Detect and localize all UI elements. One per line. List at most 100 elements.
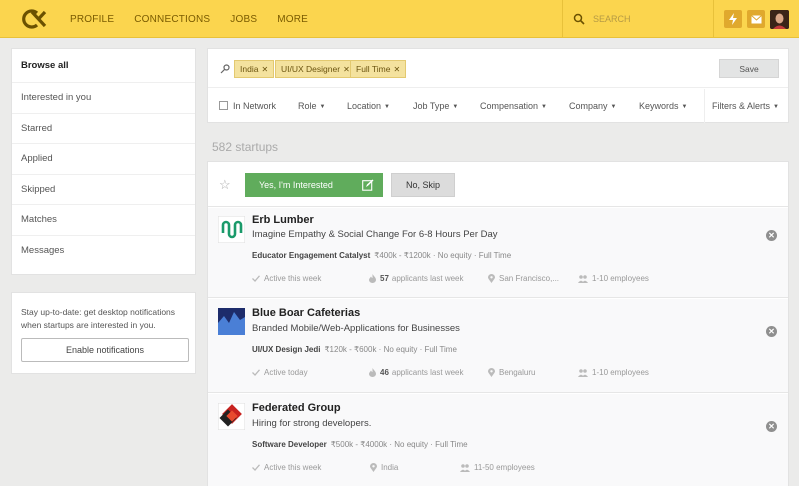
fire-icon xyxy=(369,368,376,377)
startup-card[interactable]: Federated Group Hiring for strong develo… xyxy=(208,394,788,486)
pin-icon xyxy=(488,274,495,283)
close-icon[interactable]: ✕ xyxy=(261,65,268,74)
keywords-dropdown[interactable]: Keywords ▼ xyxy=(639,101,687,111)
people-icon xyxy=(460,463,470,472)
activity-meta: Active this week xyxy=(252,274,321,283)
sidebar-item-interested[interactable]: Interested in you xyxy=(12,83,195,114)
filter-tag-uiux-designer[interactable]: UI/UX Designer ✕ xyxy=(275,60,356,78)
filters-row: In Network Role ▼ Location ▼ Job Type ▼ Com… xyxy=(208,89,788,123)
size-meta: 1-10 employees xyxy=(578,368,649,377)
caret-down-icon: ▼ xyxy=(773,103,779,110)
sidebar: Browse all Interested in you Starred App… xyxy=(11,48,196,275)
compensation-dropdown[interactable]: Compensation ▼ xyxy=(480,101,547,111)
location-meta: Bengaluru xyxy=(488,368,535,377)
company-logo-icon xyxy=(218,216,245,243)
avatar[interactable] xyxy=(770,10,789,29)
startup-card[interactable]: Blue Boar Cafeterias Branded Mobile/Web-… xyxy=(208,299,788,393)
caret-down-icon: ▼ xyxy=(610,103,617,110)
size-meta: 1-10 employees xyxy=(578,274,649,283)
applicants-meta: 57 applicants last week xyxy=(369,274,464,283)
notification-box: Stay up-to-date: get desktop notificatio… xyxy=(11,292,196,374)
main-nav: PROFILE CONNECTIONS JOBS MORE xyxy=(70,0,328,38)
caret-down-icon: ▼ xyxy=(681,103,688,110)
location-dropdown[interactable]: Location ▼ xyxy=(347,101,390,111)
job-info[interactable]: Educator Engagement Catalyst ₹400k - ₹120… xyxy=(252,251,511,260)
sidebar-item-applied[interactable]: Applied xyxy=(12,144,195,175)
sidebar-item-matches[interactable]: Matches xyxy=(12,205,195,236)
mail-icon xyxy=(750,14,762,23)
company-tagline: Hiring for strong developers. xyxy=(252,418,372,429)
search-icon xyxy=(573,13,585,25)
lightning-icon xyxy=(729,13,737,25)
caret-down-icon: ▼ xyxy=(452,103,459,110)
location-meta: India xyxy=(370,463,398,472)
filter-panel: India ✕ UI/UX Designer ✕ Full Time ✕ Save I… xyxy=(207,48,789,123)
close-icon[interactable]: ✕ xyxy=(343,65,350,74)
key-icon xyxy=(220,64,230,74)
company-tagline: Imagine Empathy & Social Change For 6-8 … xyxy=(252,229,498,240)
sidebar-item-messages[interactable]: Messages xyxy=(12,236,195,267)
company-logo-icon xyxy=(218,403,245,430)
interested-button[interactable]: Yes, I'm Interested xyxy=(245,173,383,197)
company-name[interactable]: Erb Lumber xyxy=(252,214,314,226)
results-count: 582 startups xyxy=(212,140,279,154)
caret-down-icon: ▼ xyxy=(319,103,326,110)
caret-down-icon: ▼ xyxy=(384,103,390,110)
company-name[interactable]: Blue Boar Cafeterias xyxy=(252,307,360,319)
lightning-button[interactable] xyxy=(724,10,742,28)
mail-button[interactable] xyxy=(747,10,765,28)
job-type-dropdown[interactable]: Job Type ▼ xyxy=(413,101,458,111)
skip-button[interactable]: No, Skip xyxy=(391,173,455,197)
tags-row: India ✕ UI/UX Designer ✕ Full Time ✕ Save xyxy=(208,49,788,88)
pin-icon xyxy=(370,463,377,472)
sidebar-item-skipped[interactable]: Skipped xyxy=(12,175,195,205)
role-dropdown[interactable]: Role ▼ xyxy=(298,101,325,111)
company-dropdown[interactable]: Company ▼ xyxy=(569,101,616,111)
save-button[interactable]: Save xyxy=(719,59,779,78)
location-meta: San Francisco,... xyxy=(488,274,559,283)
job-info[interactable]: Software Developer ₹500k - ₹4000k · No eq… xyxy=(252,440,468,449)
logo-icon[interactable] xyxy=(18,8,48,30)
close-icon[interactable]: ✕ xyxy=(766,230,777,241)
close-icon[interactable]: ✕ xyxy=(766,326,777,337)
search-input[interactable] xyxy=(593,14,703,24)
notification-text: Stay up-to-date: get desktop notificatio… xyxy=(21,307,176,330)
activity-meta: Active this week xyxy=(252,463,321,472)
size-meta: 11-50 employees xyxy=(460,463,535,472)
applicants-meta: 46 applicants last week xyxy=(369,368,464,377)
sidebar-item-browse-all[interactable]: Browse all xyxy=(12,49,195,83)
check-icon xyxy=(252,275,260,282)
pin-icon xyxy=(488,368,495,377)
activity-meta: Active today xyxy=(252,368,308,377)
people-icon xyxy=(578,368,588,377)
startup-card[interactable]: Erb Lumber Imagine Empathy & Social Chan… xyxy=(208,208,788,298)
filters-alerts-dropdown[interactable]: Filters & Alerts ▼ xyxy=(712,101,779,111)
close-icon[interactable]: ✕ xyxy=(766,421,777,432)
sidebar-item-starred[interactable]: Starred xyxy=(12,114,195,144)
in-network-checkbox[interactable] xyxy=(219,101,228,110)
filter-tag-india[interactable]: India ✕ xyxy=(234,60,275,78)
action-bar: ☆ Yes, I'm Interested No, Skip xyxy=(208,162,788,207)
search-bar xyxy=(562,0,714,38)
star-icon[interactable]: ☆ xyxy=(219,177,231,193)
people-icon xyxy=(578,274,588,283)
top-bar: PROFILE CONNECTIONS JOBS MORE xyxy=(0,0,799,38)
in-network-label[interactable]: In Network xyxy=(233,101,276,111)
company-name[interactable]: Federated Group xyxy=(252,402,341,414)
caret-down-icon: ▼ xyxy=(541,103,547,110)
nav-more[interactable]: MORE xyxy=(277,14,308,25)
check-icon xyxy=(252,464,260,471)
nav-connections[interactable]: CONNECTIONS xyxy=(134,14,210,25)
divider xyxy=(704,89,705,123)
close-icon[interactable]: ✕ xyxy=(393,65,400,74)
nav-profile[interactable]: PROFILE xyxy=(70,14,114,25)
nav-jobs[interactable]: JOBS xyxy=(230,14,257,25)
fire-icon xyxy=(369,274,376,283)
edit-icon xyxy=(362,179,374,191)
filter-tag-full-time[interactable]: Full Time ✕ xyxy=(350,60,407,78)
company-logo-icon xyxy=(218,308,245,335)
job-info[interactable]: UI/UX Design Jedi ₹120k - ₹600k · No equi… xyxy=(252,345,457,354)
enable-notifications-button[interactable]: Enable notifications xyxy=(21,338,189,362)
results-panel: ☆ Yes, I'm Interested No, Skip Erb Lumbe… xyxy=(207,161,789,486)
company-tagline: Branded Mobile/Web-Applications for Busi… xyxy=(252,323,460,334)
